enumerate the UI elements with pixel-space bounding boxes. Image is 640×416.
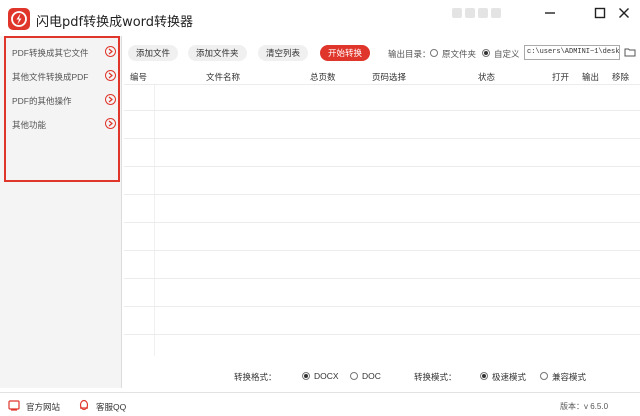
user-avatar-blurred: [452, 8, 508, 20]
sidebar-item-label: PDF转换成其它文件: [12, 48, 89, 58]
table-header: 编号 文件名称 总页数 页码选择 状态 打开 输出 移除: [124, 68, 640, 84]
radio-format-doc[interactable]: [350, 372, 358, 380]
sidebar-item-label: PDF的其他操作: [12, 96, 72, 106]
maximize-button[interactable]: [590, 4, 610, 22]
conversion-options: 转换格式： DOCX DOC 转换模式： 极速模式 兼容模式: [124, 362, 640, 388]
mode-compat-label: 兼容模式: [552, 372, 587, 382]
radio-custom[interactable]: [482, 49, 490, 57]
radio-source-folder[interactable]: [430, 49, 438, 57]
column-header: 编号: [130, 72, 148, 82]
format-doc-label: DOC: [362, 371, 381, 381]
sidebar-item-pdf-to-other[interactable]: PDF转换成其它文件: [8, 40, 120, 64]
minimize-icon: [545, 12, 555, 14]
row-divider: [124, 222, 640, 223]
home-icon: [8, 399, 20, 411]
sidebar-item-label: 其他功能: [12, 120, 47, 130]
sidebar-item-other-to-pdf[interactable]: 其他文件转换成PDF: [8, 64, 120, 88]
sidebar: PDF转换成其它文件 其他文件转换成PDF PDF的其他操作 其他功能: [0, 36, 122, 388]
row-divider: [124, 278, 640, 279]
column-divider: [154, 84, 155, 356]
title-bar: 闪电pdf转换成word转换器: [0, 0, 640, 36]
sidebar-item-other-functions[interactable]: 其他功能: [8, 112, 120, 136]
format-label: 转换格式：: [234, 372, 277, 382]
row-divider: [124, 110, 640, 111]
radio-mode-fast[interactable]: [480, 372, 488, 380]
maximize-icon: [594, 7, 606, 19]
row-divider: [124, 306, 640, 307]
row-divider: [124, 334, 640, 335]
close-button[interactable]: [614, 4, 634, 22]
column-header: 状态: [478, 72, 496, 82]
sidebar-menu: PDF转换成其它文件 其他文件转换成PDF PDF的其他操作 其他功能: [4, 36, 120, 182]
radio-custom-label: 自定义: [494, 49, 520, 59]
chevron-right-icon: [105, 46, 116, 57]
chevron-right-icon: [105, 118, 116, 129]
sidebar-item-label: 其他文件转换成PDF: [12, 72, 89, 82]
mode-fast-label: 极速模式: [492, 372, 527, 382]
row-divider: [124, 250, 640, 251]
radio-format-docx[interactable]: [302, 372, 310, 380]
footer: 官方网站 客服QQ 版本：v 6.5.0: [0, 392, 640, 416]
row-divider: [124, 138, 640, 139]
row-divider: [124, 194, 640, 195]
support-qq-link[interactable]: 客服QQ: [96, 401, 126, 413]
app-window: 闪电pdf转换成word转换器 PDF转换成其它文件 其他文件转换成PDF PD…: [0, 0, 640, 416]
clear-list-button[interactable]: 清空列表: [258, 45, 309, 61]
add-folder-button[interactable]: 添加文件夹: [188, 45, 247, 61]
radio-source-folder-label: 原文件夹: [442, 49, 477, 59]
file-table: 编号 文件名称 总页数 页码选择 状态 打开 输出 移除: [124, 68, 640, 356]
app-title: 闪电pdf转换成word转换器: [36, 15, 194, 30]
folder-icon[interactable]: [624, 46, 636, 58]
column-header: 页码选择: [372, 72, 407, 82]
column-header: 输出: [582, 72, 600, 82]
website-link[interactable]: 官方网站: [26, 401, 60, 413]
row-divider: [124, 166, 640, 167]
output-dir-label: 输出目录：: [388, 49, 431, 59]
app-logo-icon: [8, 8, 30, 30]
column-header: 文件名称: [206, 72, 241, 82]
column-header: 总页数: [310, 72, 336, 82]
mode-label: 转换模式：: [414, 372, 457, 382]
version-text: 版本：v 6.5.0: [560, 402, 609, 411]
chevron-right-icon: [105, 70, 116, 81]
sidebar-item-pdf-operations[interactable]: PDF的其他操作: [8, 88, 120, 112]
qq-icon: [78, 399, 90, 411]
format-docx-label: DOCX: [314, 371, 339, 381]
column-header: 打开: [552, 72, 570, 82]
add-file-button[interactable]: 添加文件: [128, 45, 179, 61]
minimize-button[interactable]: [540, 4, 560, 22]
row-divider: [124, 84, 640, 85]
chevron-right-icon: [105, 94, 116, 105]
close-icon: [619, 8, 629, 18]
toolbar: 添加文件 添加文件夹 清空列表 开始转换 输出目录： 原文件夹 自定义 c:\u…: [122, 36, 640, 68]
radio-mode-compat[interactable]: [540, 372, 548, 380]
column-header: 移除: [612, 72, 630, 82]
output-path-input[interactable]: c:\users\ADMINI~1\desktop: [524, 45, 620, 60]
start-convert-button[interactable]: 开始转换: [320, 45, 371, 61]
